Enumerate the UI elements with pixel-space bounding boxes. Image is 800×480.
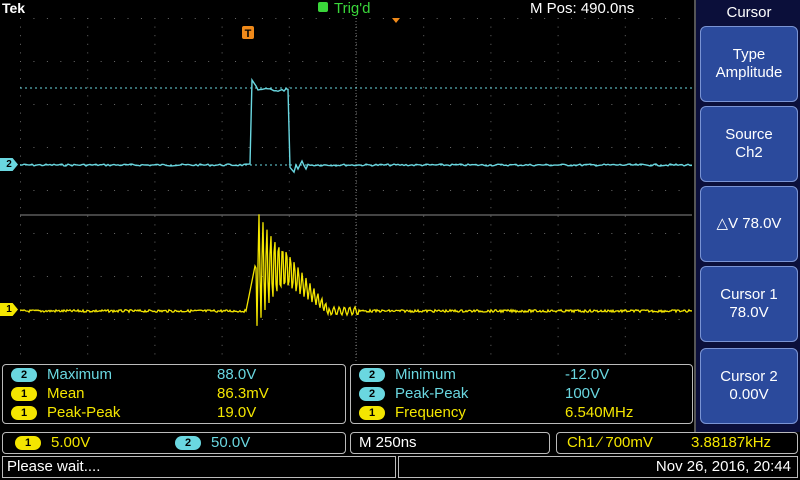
measurement-value: -12.0V <box>565 366 610 383</box>
measurement-row: 1 Frequency 6.540MHz <box>359 404 689 424</box>
measurement-value: 19.0V <box>217 404 257 421</box>
vertical-scale-panel[interactable]: 1 5.00V 2 50.0V <box>2 432 346 454</box>
ch1-ground-marker[interactable]: 1 <box>0 303 18 316</box>
channel-1-badge: 1 <box>11 406 37 420</box>
ch2-ground-marker[interactable]: 2 <box>0 158 18 171</box>
measurements-right-panel[interactable]: 2 Minimum -12.0V 2 Peak-Peak 100V 1 Freq… <box>350 364 693 424</box>
trigger-marker-label: T <box>245 28 252 40</box>
timebase-value: M 250ns <box>359 434 417 451</box>
channel-1-badge: 1 <box>359 406 385 420</box>
channel-2-badge: 2 <box>11 368 37 382</box>
cursor-1-label: Cursor 1 <box>720 286 778 303</box>
trigger-status-icon <box>318 2 328 12</box>
side-menu: Cursor Type Amplitude Source Ch2 △V 78.0… <box>694 0 800 432</box>
delta-v-label: △V 78.0V <box>716 215 782 232</box>
measurement-name: Frequency <box>395 404 466 421</box>
measurement-value: 100V <box>565 385 601 402</box>
type-button-value: Amplitude <box>715 64 783 81</box>
measurement-value: 88.0V <box>217 366 257 383</box>
trigger-frequency: 3.88187kHz <box>691 434 772 451</box>
measurement-row: 2 Minimum -12.0V <box>359 366 689 386</box>
menu-title: Cursor <box>726 4 772 21</box>
measurement-row: 2 Peak-Peak 100V <box>359 385 689 405</box>
measurement-name: Peak-Peak <box>47 404 121 421</box>
measurement-name: Mean <box>47 385 85 402</box>
measurement-value: 86.3mV <box>217 385 269 402</box>
cursor-2-button[interactable]: Cursor 2 0.00V <box>700 348 798 424</box>
measurements-left-panel[interactable]: 2 Maximum 88.0V 1 Mean 86.3mV 1 Peak-Pea… <box>2 364 346 424</box>
brand-label: Tek <box>2 0 26 16</box>
channel-1-badge: 1 <box>15 436 41 450</box>
trigger-panel[interactable]: Ch1 ∕ 700mV 3.88187kHz <box>556 432 798 454</box>
measurement-value: 6.540MHz <box>565 404 634 421</box>
measurement-row: 2 Maximum 88.0V <box>11 366 341 386</box>
timebase-panel[interactable]: M 250ns <box>350 432 550 454</box>
channel-1-badge: 1 <box>11 387 37 401</box>
ch1-scale: 5.00V <box>51 434 91 451</box>
measurement-row: 1 Mean 86.3mV <box>11 385 341 405</box>
source-button-label: Source <box>725 126 773 143</box>
trigger-status: Trig'd <box>318 0 370 17</box>
channel-2-badge: 2 <box>175 436 201 450</box>
date-time: Nov 26, 2016, 20:44 <box>398 456 798 478</box>
measurement-name: Minimum <box>395 366 456 383</box>
cursor-1-button[interactable]: Cursor 1 78.0V <box>700 266 798 342</box>
cursor-2-value: 0.00V <box>729 386 769 403</box>
channel-2-badge: 2 <box>359 387 385 401</box>
cursor-1-value: 78.0V <box>729 304 769 321</box>
measurement-row: 1 Peak-Peak 19.0V <box>11 404 341 424</box>
cursor-2-label: Cursor 2 <box>720 368 778 385</box>
trigger-setting: Ch1 ∕ 700mV <box>567 434 653 451</box>
source-button[interactable]: Source Ch2 <box>700 106 798 182</box>
delta-v-button[interactable]: △V 78.0V <box>700 186 798 262</box>
channel-2-badge: 2 <box>359 368 385 382</box>
waveform-display[interactable]: T <box>20 18 692 362</box>
trigger-status-text: Trig'd <box>334 0 371 17</box>
horizontal-position: M Pos: 490.0ns <box>530 0 635 17</box>
measurement-name: Peak-Peak <box>395 385 469 402</box>
source-button-value: Ch2 <box>735 144 763 161</box>
status-message: Please wait.... <box>2 456 396 478</box>
measurement-name: Maximum <box>47 366 113 383</box>
type-button-label: Type <box>732 46 766 63</box>
ch2-scale: 50.0V <box>211 434 251 451</box>
type-button[interactable]: Type Amplitude <box>700 26 798 102</box>
